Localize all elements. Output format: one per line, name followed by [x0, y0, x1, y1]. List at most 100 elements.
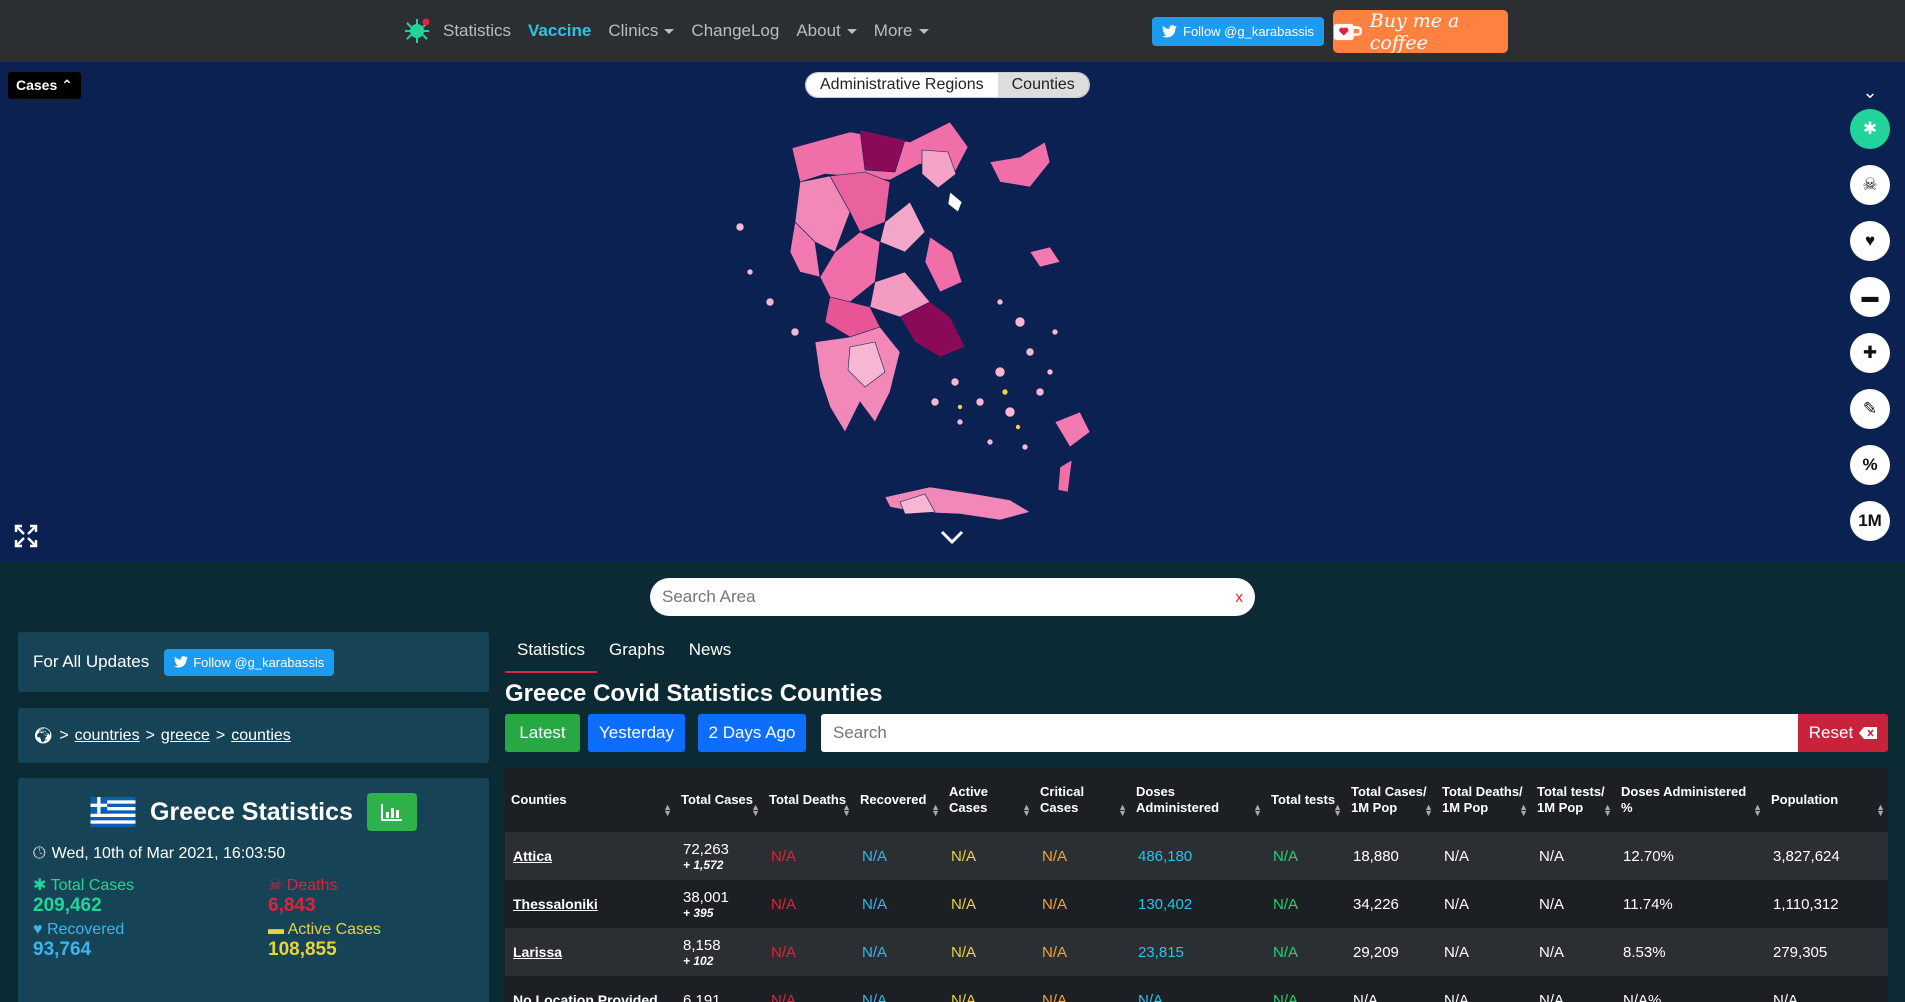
skull-icon: ☠: [1862, 175, 1878, 194]
cell-doses-percent: N/A%: [1623, 991, 1662, 1002]
table-row: No Location Provided 6,191 N/A N/A N/A N…: [505, 976, 1888, 1002]
cell-cases-per-million: 29,209: [1353, 943, 1399, 961]
kpi-label: Recovered: [46, 921, 125, 938]
cell-tests: N/A: [1273, 991, 1299, 1002]
col-population[interactable]: Population ▲ ▼: [1765, 768, 1888, 832]
cell-cases-per-million: N/A: [1353, 991, 1379, 1002]
cell-total-deaths: N/A: [771, 991, 797, 1002]
cell-tests-per-million: N/A: [1539, 991, 1565, 1002]
col-deaths-per-million[interactable]: Total Deaths/ 1M Pop ▲ ▼: [1436, 768, 1531, 832]
reset-button[interactable]: Reset: [1798, 714, 1888, 752]
breadcrumb-sep: >: [145, 726, 155, 744]
tab-graphs[interactable]: Graphs: [597, 636, 677, 673]
col-recovered[interactable]: Recovered ▲ ▼: [854, 768, 943, 832]
chart-button[interactable]: [366, 793, 417, 831]
twitter-follow-button[interactable]: Follow @g_karabassis: [1152, 17, 1324, 46]
clear-search-button[interactable]: x: [1236, 589, 1244, 606]
kpi-grid: ✱ Total Cases 209,462 ☠ Deaths 6,843 ♥ R…: [33, 875, 474, 961]
layer-active-button[interactable]: ▬: [1850, 277, 1890, 317]
county-link[interactable]: Attica: [513, 848, 552, 864]
tab-statistics[interactable]: Statistics: [505, 636, 598, 673]
twitter-follow-button[interactable]: Follow @g_karabassis: [164, 648, 335, 676]
segment-counties[interactable]: Counties: [997, 73, 1089, 97]
breadcrumb-greece[interactable]: greece: [161, 727, 210, 745]
cell-doses: 130,402: [1138, 895, 1193, 913]
greece-choropleth[interactable]: [700, 102, 1200, 542]
chevron-down-icon[interactable]: [940, 530, 964, 544]
col-cases-per-million[interactable]: Total Cases/ 1M Pop ▲ ▼: [1345, 768, 1436, 832]
nav-clinics-dropdown[interactable]: Clinics: [608, 21, 675, 41]
cell-tests-per-million: N/A: [1539, 895, 1565, 913]
fullscreen-expand-icon[interactable]: [14, 524, 38, 548]
col-counties[interactable]: Counties ▲ ▼: [505, 768, 675, 832]
cell-population: 279,305: [1773, 943, 1828, 961]
col-doses-percent[interactable]: Doses Administered % ▲ ▼: [1615, 768, 1765, 832]
layer-per-million-button[interactable]: 1M: [1850, 501, 1890, 541]
chevron-down-icon[interactable]: ⌄: [1862, 82, 1877, 103]
table-row: Thessaloniki 38,001 + 395 N/A N/A N/A N/A…: [505, 880, 1888, 928]
kpi-value: 108,855: [268, 939, 337, 960]
col-tests-per-million[interactable]: Total tests/ 1M Pop ▲ ▼: [1531, 768, 1615, 832]
layer-vaccine-button[interactable]: ✎: [1850, 389, 1890, 429]
nav-clinics-label: Clinics: [608, 21, 659, 40]
breadcrumb-counties[interactable]: counties: [231, 727, 291, 745]
twitter-icon: [1162, 25, 1177, 38]
latest-button[interactable]: Latest: [505, 714, 580, 752]
updates-label: For All Updates: [33, 652, 150, 671]
col-doses-administered[interactable]: Doses Administered ▲ ▼: [1130, 768, 1265, 832]
col-active-cases[interactable]: Active Cases ▲ ▼: [943, 768, 1034, 832]
cell-deaths-per-million: N/A: [1444, 991, 1470, 1002]
nav-more-label: More: [873, 21, 913, 40]
layer-percent-button[interactable]: %: [1850, 445, 1890, 485]
cell-doses: N/A: [1138, 991, 1164, 1002]
col-total-tests[interactable]: Total tests ▲ ▼: [1265, 768, 1345, 832]
segment-administrative-regions[interactable]: Administrative Regions: [806, 73, 998, 97]
county-link[interactable]: No Location Provided: [513, 992, 658, 1002]
cell-cases-per-million: 34,226: [1353, 895, 1399, 913]
county-link[interactable]: Thessaloniki: [513, 896, 598, 912]
kpi-deaths: ☠ Deaths 6,843: [268, 875, 503, 917]
page-title: Greece Covid Statistics Counties: [505, 680, 883, 707]
cell-total-cases: 6,191: [683, 991, 721, 1002]
nav-changelog[interactable]: ChangeLog: [691, 21, 779, 41]
nav-statistics[interactable]: Statistics: [443, 21, 511, 41]
col-total-cases[interactable]: Total Cases ▲ ▼: [675, 768, 763, 832]
yesterday-button[interactable]: Yesterday: [588, 714, 685, 752]
table-header-row: Counties ▲ ▼ Total Cases ▲ ▼ Total Deaths ▲ ▼ …: [505, 768, 1888, 832]
layer-recovered-button[interactable]: ♥: [1850, 221, 1890, 261]
last-updated: 🕓︎ Wed, 10th of Mar 2021, 16:03:50: [33, 845, 474, 863]
layer-critical-button[interactable]: ✚: [1850, 333, 1890, 373]
cell-deaths-per-million: N/A: [1444, 895, 1470, 913]
bar-chart-icon: [380, 804, 402, 821]
virus-icon: ✱: [1862, 119, 1878, 138]
nav-vaccine[interactable]: Vaccine: [528, 21, 591, 41]
nav-more-dropdown[interactable]: More: [874, 21, 929, 41]
county-link[interactable]: Larissa: [513, 944, 562, 960]
table-search-input[interactable]: [821, 714, 1798, 752]
cases-layer-toggle[interactable]: Cases ⌃: [8, 72, 81, 99]
sort-icon: ▲ ▼: [1118, 802, 1127, 818]
nav-about-dropdown[interactable]: About: [796, 21, 857, 41]
sort-icon: ▲ ▼: [1333, 802, 1342, 818]
layer-cases-button[interactable]: ✱: [1850, 109, 1890, 149]
sort-icon: ▲ ▼: [1753, 802, 1762, 818]
backspace-icon: [1859, 727, 1878, 739]
cell-active: N/A: [951, 847, 977, 865]
breadcrumb-countries[interactable]: countries: [75, 727, 140, 745]
coffee-label: Buy me a coffee: [1369, 9, 1460, 54]
cell-deaths-per-million: N/A: [1444, 847, 1470, 865]
tab-news[interactable]: News: [677, 636, 744, 673]
buy-me-a-coffee-button[interactable]: Buy me a coffee: [1333, 9, 1508, 54]
cell-population: 1,110,312: [1773, 895, 1839, 913]
col-critical-cases[interactable]: Critical Cases ▲ ▼: [1034, 768, 1130, 832]
layer-deaths-button[interactable]: ☠: [1850, 165, 1890, 205]
col-total-deaths[interactable]: Total Deaths ▲ ▼: [763, 768, 854, 832]
virus-logo-icon[interactable]: [403, 17, 431, 45]
two-days-ago-button[interactable]: 2 Days Ago: [698, 714, 806, 752]
search-area-input[interactable]: [662, 587, 1236, 607]
sort-icon: ▲ ▼: [842, 802, 851, 818]
breadcrumb: 🌍︎ > countries > greece > counties: [18, 708, 489, 763]
cell-recovered: N/A: [862, 991, 888, 1002]
sort-icon: ▲ ▼: [1876, 802, 1885, 818]
greece-map[interactable]: Cases ⌃ Administrative Regions Counties: [0, 62, 1905, 562]
